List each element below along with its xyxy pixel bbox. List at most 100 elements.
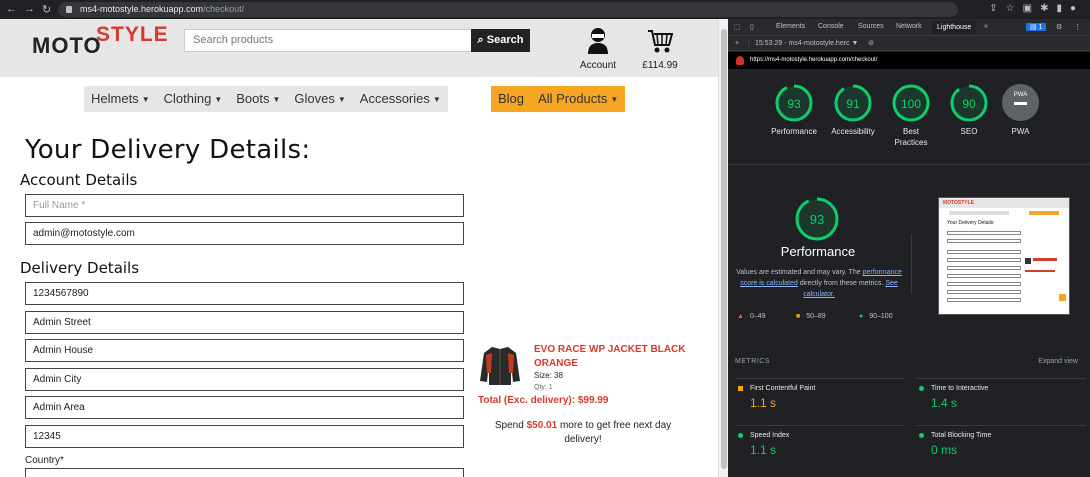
metric-value: 1.1 s	[750, 396, 777, 410]
legend-range: 0–49	[749, 313, 766, 320]
spend-prefix: Spend	[494, 420, 524, 431]
issues-count: 1	[1038, 24, 1043, 31]
report-url-bar: https://ms4-motostyle.herokuapp.com/chec…	[728, 52, 1090, 69]
issues-badge[interactable]: ▤ 1	[1026, 23, 1047, 31]
report-session-select[interactable]: 15:53:29 - ms4-motostyle.herc ▼	[755, 36, 858, 51]
nav-item-helmets[interactable]: Helmets ▼	[84, 86, 157, 112]
tab-elements[interactable]: Elements	[776, 23, 805, 30]
browser-actions[interactable]: ⇪☆▣✱▮●	[989, 3, 1084, 14]
street-address2-field[interactable]: Admin House	[25, 339, 464, 362]
expand-view-toggle[interactable]: Expand view	[1038, 358, 1078, 365]
order-total: Total (Exc. delivery): $99.99	[478, 395, 609, 406]
square-icon: ■	[796, 313, 801, 320]
gauge-ring: 93	[775, 84, 813, 122]
vertical-divider	[911, 234, 912, 294]
tab-console[interactable]: Console	[818, 23, 844, 30]
product-name: EVO RACE WP JACKET BLACK ORANGE	[534, 344, 686, 369]
performance-description: Values are estimated and may vary. The p…	[733, 267, 905, 300]
gauge-performance[interactable]: 93 Performance	[769, 83, 819, 137]
caret-down-icon: ▼	[432, 95, 441, 104]
logo-style: STYLE	[96, 23, 169, 46]
search-input[interactable]: Search products	[184, 29, 472, 52]
nav-label: Boots	[236, 91, 270, 106]
address-bar[interactable]: ms4-motostyle.herokuapp.com/checkout/	[58, 2, 958, 17]
lighthouse-icon	[736, 56, 744, 65]
reload-icon[interactable]: ↻	[42, 3, 51, 16]
gauge-pwa[interactable]: PWA PWA	[1002, 84, 1039, 137]
add-report-icon[interactable]: +	[735, 36, 739, 51]
gauge-label: PWA	[1011, 127, 1030, 136]
jacket-image	[480, 347, 520, 385]
gauge-seo[interactable]: 90 SEO	[944, 83, 994, 137]
search-button[interactable]: ⌕ Search	[471, 29, 530, 52]
score-value: 91	[846, 97, 860, 111]
nav-item-blog[interactable]: Blog	[491, 86, 531, 112]
devtools-panel: ⬚ ▯ Elements Console Sources Network Lig…	[728, 19, 1090, 477]
scrollbar-thumb[interactable]	[721, 29, 727, 469]
account-link[interactable]: Account	[578, 27, 618, 71]
inspect-icon[interactable]: ⬚	[734, 23, 741, 31]
performance-big-gauge: 93	[795, 197, 839, 241]
metric-speed-index: Speed Index 1.1 s	[735, 425, 905, 457]
url-domain: ms4-motostyle.herokuapp.com	[80, 4, 204, 14]
pwa-badge-icon: PWA	[1002, 84, 1039, 121]
metrics-heading: METRICS	[735, 358, 770, 365]
legend-range: 50–89	[806, 313, 826, 320]
page-title: Your Delivery Details:	[25, 135, 311, 165]
nav-item-clothing[interactable]: Clothing ▼	[157, 86, 230, 112]
nav-label: Helmets	[91, 91, 139, 106]
nav-item-gloves[interactable]: Gloves ▼	[287, 86, 352, 112]
free-delivery-message: Spend $50.01 more to get free next day d…	[478, 419, 688, 447]
caret-down-icon: ▼	[610, 95, 619, 104]
street-address1-field[interactable]: Admin Street	[25, 311, 464, 334]
more-tabs-icon[interactable]: »	[984, 23, 988, 30]
country-select[interactable]	[25, 468, 464, 477]
metric-tbt: Total Blocking Time 0 ms	[916, 425, 1086, 457]
big-score-value: 93	[810, 212, 824, 227]
forward-icon[interactable]: →	[24, 3, 35, 15]
score-value: 100	[901, 97, 921, 111]
postcode-field[interactable]: 12345	[25, 425, 464, 448]
report-url: https://ms4-motostyle.herokuapp.com/chec…	[750, 57, 878, 63]
gauge-ring: 100	[892, 84, 930, 122]
shopping-bag-link[interactable]: £114.99	[640, 27, 680, 71]
desc-text: directly from these metrics.	[799, 280, 884, 287]
gauge-accessibility[interactable]: 91 Accessibility	[827, 83, 879, 137]
county-field[interactable]: Admin Area	[25, 396, 464, 419]
nav-label: Accessories	[359, 91, 430, 106]
tab-network[interactable]: Network	[896, 23, 922, 30]
metric-fcp: First Contentful Paint 1.1 s	[735, 378, 905, 410]
nav-item-all-products[interactable]: All Products ▼	[531, 86, 625, 112]
gauge-label: Best Practices	[894, 127, 928, 147]
square-icon	[738, 386, 743, 391]
kebab-menu-icon[interactable]: ⋮	[1074, 23, 1081, 31]
gauge-best-practices[interactable]: 100 Best Practices	[886, 83, 936, 148]
product-qty: Qty: 1	[534, 384, 553, 391]
gauge-ring: 91	[834, 84, 872, 122]
tab-lighthouse[interactable]: Lighthouse	[932, 21, 977, 34]
separator: |	[748, 40, 750, 47]
caret-down-icon: ▼	[141, 95, 150, 104]
score-value: 90	[962, 97, 976, 111]
device-toggle-icon[interactable]: ▯	[750, 23, 754, 31]
devtools-tabbar: ⬚ ▯ Elements Console Sources Network Lig…	[728, 19, 1090, 36]
full-name-field[interactable]: Full Name *	[25, 194, 464, 217]
url-path: /checkout/	[203, 4, 245, 14]
legend-average: ■ 50–89	[796, 313, 826, 320]
back-icon[interactable]: ←	[6, 3, 17, 15]
clear-icon[interactable]: ⊘	[868, 36, 874, 51]
metric-name: Total Blocking Time	[931, 432, 992, 439]
category-nav: Helmets ▼ Clothing ▼ Boots ▼ Gloves ▼ Access…	[84, 86, 448, 112]
settings-icon[interactable]: ⚙	[1056, 23, 1062, 31]
phone-field[interactable]: 1234567890	[25, 282, 464, 305]
legend-fail: ▲ 0–49	[737, 313, 766, 320]
website-viewport: MOTO STYLE Search products ⌕ Search Acco…	[0, 19, 718, 477]
nav-item-boots[interactable]: Boots ▼	[229, 86, 287, 112]
browser-toolbar: ← → ↻ ms4-motostyle.herokuapp.com/checko…	[0, 0, 1090, 19]
email-field[interactable]: admin@motostyle.com	[25, 222, 464, 245]
page-scrollbar[interactable]	[718, 19, 728, 477]
town-city-field[interactable]: Admin City	[25, 368, 464, 391]
nav-item-accessories[interactable]: Accessories ▼	[353, 86, 448, 112]
tab-sources[interactable]: Sources	[858, 23, 884, 30]
page-screenshot-thumbnail[interactable]: MOTOSTYLE Your Delivery Details:	[938, 197, 1070, 315]
